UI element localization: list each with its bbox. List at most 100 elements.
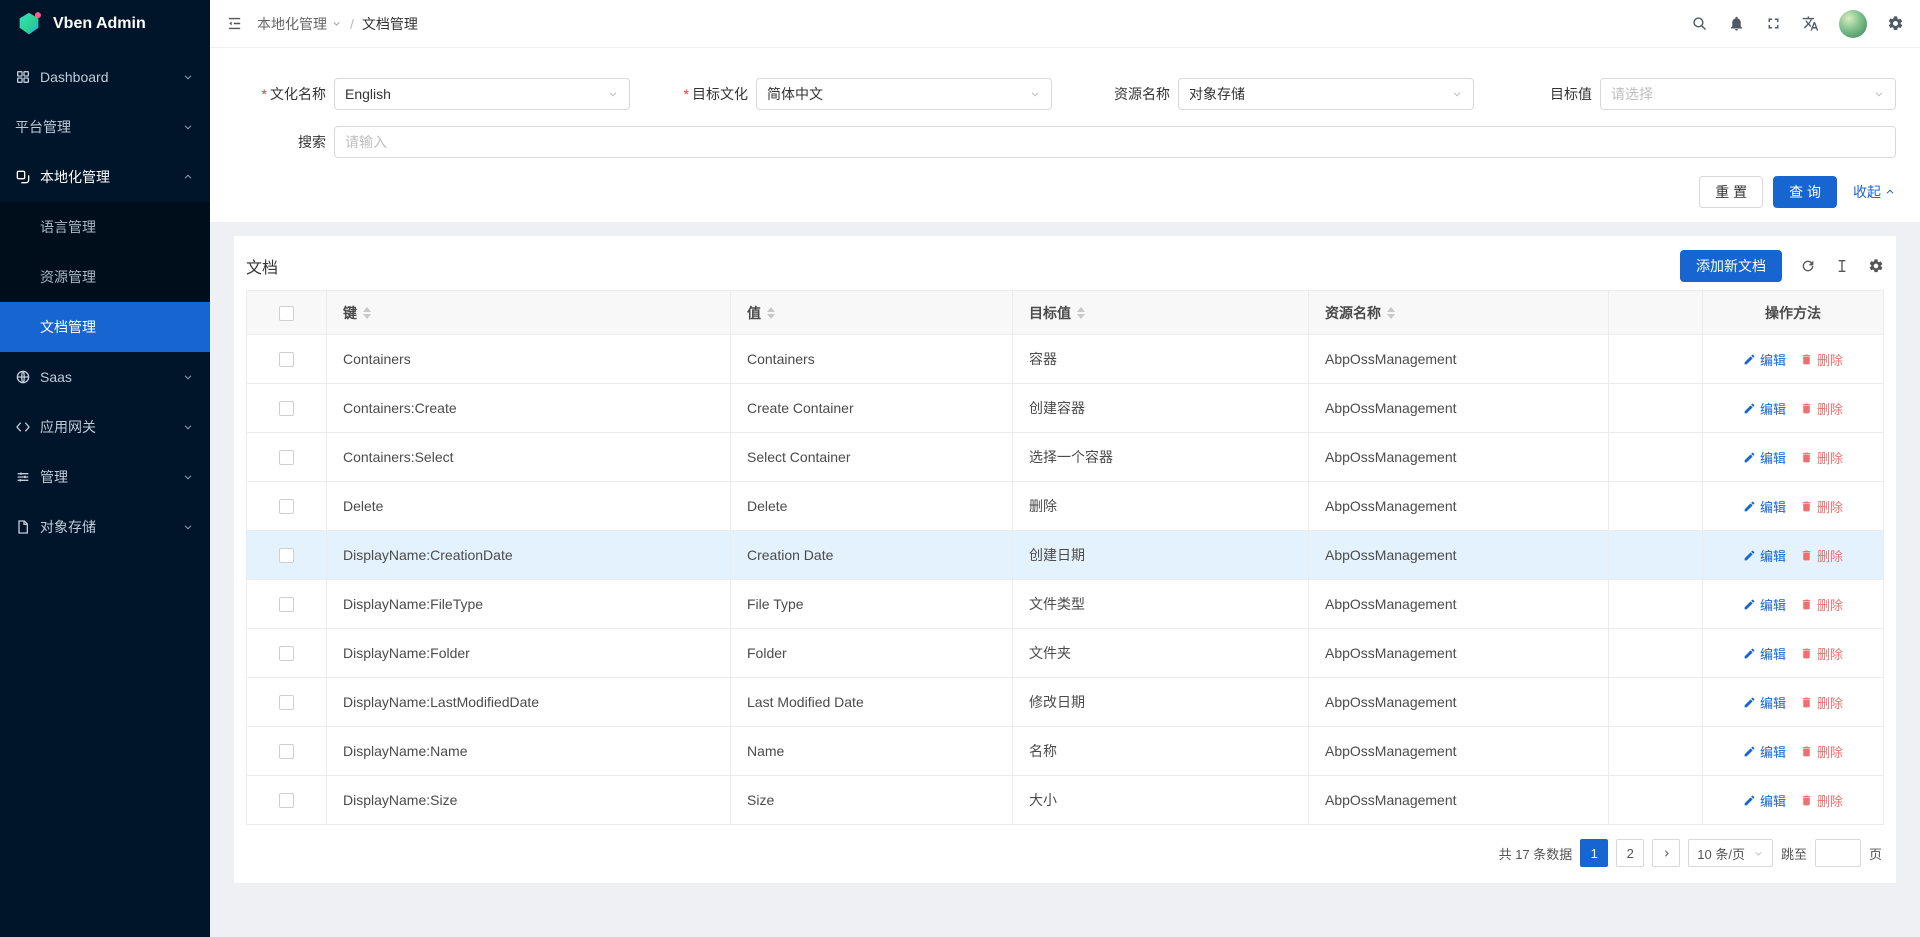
sidebar-subitem[interactable]: 资源管理: [0, 252, 210, 302]
translate-icon[interactable]: [1802, 15, 1819, 32]
column-header-target-value[interactable]: 目标值: [1013, 291, 1309, 335]
chevron-down-icon: [1753, 848, 1764, 859]
edit-icon: [1743, 549, 1756, 562]
breadcrumb-parent[interactable]: 本地化管理: [257, 14, 342, 34]
settings-icon[interactable]: [1887, 15, 1904, 32]
avatar[interactable]: [1839, 10, 1867, 38]
cell-actions: 编辑 删除: [1703, 482, 1884, 531]
delete-label: 删除: [1817, 497, 1843, 516]
delete-label: 删除: [1817, 595, 1843, 614]
query-button[interactable]: 查 询: [1773, 176, 1837, 208]
jump-page-input[interactable]: [1815, 839, 1861, 867]
sort-icon[interactable]: [1387, 307, 1395, 319]
page-button-2[interactable]: 2: [1616, 839, 1644, 867]
delete-link[interactable]: 删除: [1800, 448, 1843, 467]
row-checkbox[interactable]: [279, 450, 294, 465]
cell-actions: 编辑删除: [1703, 727, 1884, 776]
delete-link[interactable]: 删除: [1800, 644, 1843, 663]
edit-link[interactable]: 编辑: [1743, 546, 1786, 565]
row-checkbox[interactable]: [279, 499, 294, 514]
menu-fold-icon[interactable]: [226, 15, 243, 32]
column-header-key[interactable]: 键: [327, 291, 731, 335]
column-header-resource-name[interactable]: 资源名称: [1309, 291, 1609, 335]
delete-link[interactable]: 删除: [1800, 350, 1843, 369]
row-checkbox[interactable]: [279, 695, 294, 710]
delete-label: 删除: [1817, 644, 1843, 663]
table-row: Containers:SelectSelect Container选择一个容器A…: [247, 433, 1884, 482]
chevron-right-icon: [1661, 848, 1672, 859]
cell-key: DisplayName:CreationDate: [327, 531, 731, 580]
sidebar-item[interactable]: 对象存储: [0, 502, 210, 552]
sidebar-item[interactable]: 平台管理: [0, 102, 210, 152]
delete-link[interactable]: 删除: [1800, 791, 1843, 810]
delete-link[interactable]: 删除: [1800, 497, 1843, 516]
edit-link[interactable]: 编辑: [1743, 791, 1786, 810]
sort-icon[interactable]: [767, 307, 775, 319]
column-height-icon[interactable]: [1834, 258, 1850, 274]
row-checkbox[interactable]: [279, 793, 294, 808]
search-input[interactable]: [334, 126, 1896, 158]
cell-resource-name: AbpOssManagement: [1309, 384, 1609, 433]
page-size-select[interactable]: 10 条/页: [1688, 839, 1773, 867]
reset-button[interactable]: 重 置: [1699, 176, 1763, 208]
cell-checkbox: [247, 384, 327, 433]
table-row: Containers:CreateCreate Container创建容器Abp…: [247, 384, 1884, 433]
select-all-checkbox[interactable]: [279, 306, 294, 321]
sidebar-item[interactable]: 管理: [0, 452, 210, 502]
add-document-button[interactable]: 添加新文档: [1680, 250, 1782, 282]
cell-resource-name: AbpOssManagement: [1309, 335, 1609, 384]
delete-icon: [1800, 402, 1813, 415]
sidebar-item[interactable]: 应用网关: [0, 402, 210, 452]
sort-icon[interactable]: [363, 307, 371, 319]
edit-link[interactable]: 编辑: [1743, 693, 1786, 712]
culture-name-select[interactable]: English: [334, 78, 630, 110]
row-checkbox[interactable]: [279, 646, 294, 661]
delete-icon: [1800, 549, 1813, 562]
sidebar-subitem[interactable]: 语言管理: [0, 202, 210, 252]
resource-name-select[interactable]: 对象存储: [1178, 78, 1474, 110]
select-value: 对象存储: [1189, 84, 1245, 104]
search-icon[interactable]: [1691, 15, 1708, 32]
logo-icon: [14, 9, 44, 39]
edit-link[interactable]: 编辑: [1743, 399, 1786, 418]
sidebar-item[interactable]: Dashboard: [0, 52, 210, 102]
select-value: English: [345, 86, 391, 102]
sidebar-item[interactable]: 本地化管理: [0, 152, 210, 202]
row-checkbox[interactable]: [279, 352, 294, 367]
fullscreen-icon[interactable]: [1765, 15, 1782, 32]
row-checkbox[interactable]: [279, 597, 294, 612]
edit-link[interactable]: 编辑: [1743, 595, 1786, 614]
cell-checkbox: [247, 531, 327, 580]
delete-link[interactable]: 删除: [1800, 399, 1843, 418]
cell-target-value: 创建日期: [1013, 531, 1309, 580]
collapse-toggle[interactable]: 收起: [1853, 182, 1896, 202]
documents-table: 键值目标值资源名称操作方法 ContainersContainers容器AbpO…: [246, 290, 1884, 825]
row-checkbox[interactable]: [279, 548, 294, 563]
table-title: 文档: [246, 254, 278, 278]
sort-icon[interactable]: [1077, 307, 1085, 319]
edit-link[interactable]: 编辑: [1743, 350, 1786, 369]
target-culture-select[interactable]: 简体中文: [756, 78, 1052, 110]
sidebar-item[interactable]: Saas: [0, 352, 210, 402]
edit-link[interactable]: 编辑: [1743, 448, 1786, 467]
table-settings-icon[interactable]: [1868, 258, 1884, 274]
delete-link[interactable]: 删除: [1800, 693, 1843, 712]
logo[interactable]: Vben Admin: [0, 0, 210, 48]
delete-link[interactable]: 删除: [1800, 546, 1843, 565]
column-header-value[interactable]: 值: [731, 291, 1013, 335]
target-value-select[interactable]: 请选择: [1600, 78, 1896, 110]
cell-value: Last Modified Date: [731, 678, 1013, 727]
page-button-1[interactable]: 1: [1580, 839, 1608, 867]
row-checkbox[interactable]: [279, 744, 294, 759]
edit-link[interactable]: 编辑: [1743, 497, 1786, 516]
sidebar-subitem[interactable]: 文档管理: [0, 302, 210, 352]
refresh-icon[interactable]: [1800, 258, 1816, 274]
row-checkbox[interactable]: [279, 401, 294, 416]
edit-link[interactable]: 编辑: [1743, 644, 1786, 663]
delete-link[interactable]: 删除: [1800, 595, 1843, 614]
edit-link[interactable]: 编辑: [1743, 742, 1786, 761]
bell-icon[interactable]: [1728, 15, 1745, 32]
cell-target-value: 选择一个容器: [1013, 433, 1309, 482]
delete-link[interactable]: 删除: [1800, 742, 1843, 761]
next-page-button[interactable]: [1652, 839, 1680, 867]
